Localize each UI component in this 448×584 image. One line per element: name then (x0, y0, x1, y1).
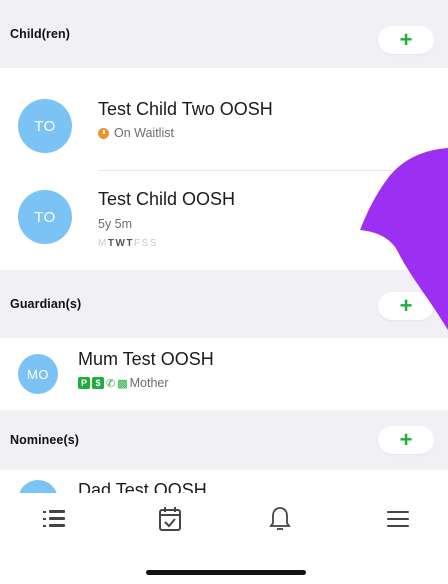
menu-icon (387, 511, 409, 527)
calendar-check-icon (159, 507, 181, 531)
bell-icon (269, 507, 291, 530)
tab-notifications[interactable] (264, 503, 296, 535)
tab-list[interactable] (38, 503, 70, 535)
tab-calendar[interactable] (154, 503, 186, 535)
list-icon (43, 510, 65, 527)
home-indicator (146, 570, 306, 575)
tab-menu[interactable] (382, 503, 414, 535)
children-screen: Child(ren) + TO Test Child Two OOSH On W… (0, 0, 448, 584)
